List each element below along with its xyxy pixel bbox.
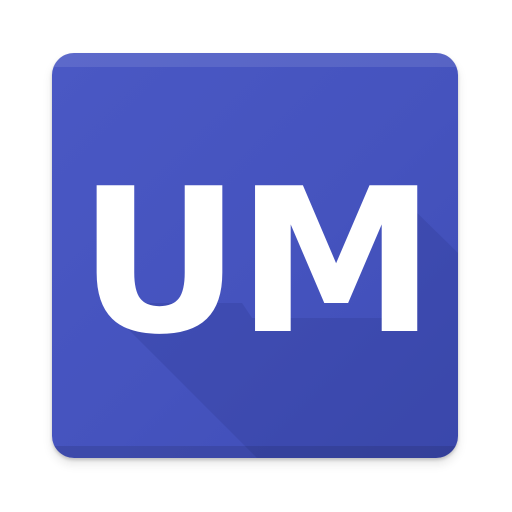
tile-top-highlight (52, 53, 458, 67)
app-monogram: UM (78, 146, 435, 379)
tile-bottom-shade (52, 446, 458, 458)
icon-canvas: UM (0, 0, 512, 512)
app-icon-tile[interactable]: UM (52, 53, 458, 458)
